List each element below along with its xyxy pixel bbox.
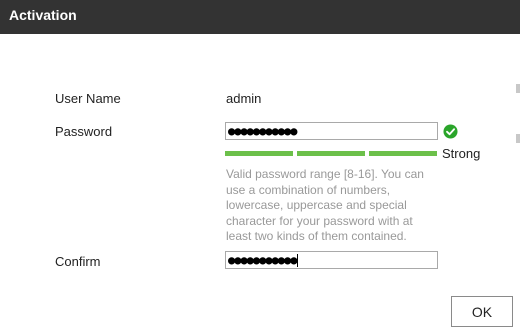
ok-button[interactable]: OK bbox=[451, 296, 513, 327]
strength-segment-2 bbox=[297, 151, 365, 156]
dialog-titlebar: Activation bbox=[0, 0, 520, 34]
check-circle-icon bbox=[443, 124, 458, 139]
dialog-title: Activation bbox=[9, 7, 77, 23]
user-name-label: User Name bbox=[55, 91, 121, 106]
password-hint: Valid password range [8-16]. You can use… bbox=[226, 167, 424, 243]
strength-segment-3 bbox=[369, 151, 437, 156]
confirm-masked-text: ●●●●●●●●●●● bbox=[228, 253, 297, 267]
scrollbar-arrow[interactable] bbox=[516, 84, 520, 93]
strength-segment-1 bbox=[225, 151, 293, 156]
password-strength-label: Strong bbox=[442, 146, 481, 161]
confirm-label: Confirm bbox=[55, 254, 101, 269]
text-caret bbox=[297, 254, 299, 267]
password-input[interactable]: ●●●●●●●●●●● bbox=[225, 122, 438, 140]
password-label: Password bbox=[55, 124, 113, 139]
confirm-password-input[interactable]: ●●●●●●●●●●● bbox=[225, 251, 438, 269]
user-name-value: admin bbox=[226, 91, 262, 106]
password-masked-text: ●●●●●●●●●●● bbox=[228, 124, 297, 138]
scrollbar-thumb[interactable] bbox=[516, 134, 520, 143]
